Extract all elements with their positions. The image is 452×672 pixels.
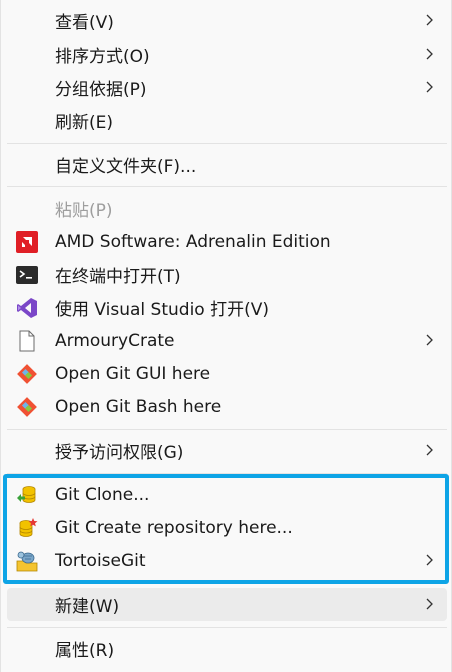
menu-separator [7,143,447,144]
menu-item-label: 自定义文件夹(F)... [55,157,197,177]
menu-separator [7,186,447,187]
menu-item-amd-software[interactable]: AMD Software: Adrenalin Edition [7,225,447,258]
file-icon [19,330,35,352]
menu-item-paste: 粘贴(P) [7,192,447,225]
menu-item-label: Git Clone... [55,484,150,505]
menu-item-refresh[interactable]: 刷新(E) [7,104,447,137]
chevron-right-icon [426,334,433,346]
menu-item-customize-folder[interactable]: 自定义文件夹(F)... [7,148,447,181]
menu-item-label: ArmouryCrate [55,330,175,351]
menu-item-view[interactable]: 查看(V) [7,4,447,37]
menu-item-label: Open Git GUI here [55,363,211,384]
menu-item-grant-access[interactable]: 授予访问权限(G) [7,434,447,467]
tortoisegit-icon [16,551,38,572]
chevron-right-icon [426,14,433,26]
chevron-right-icon [426,554,433,566]
menu-item-label: 查看(V) [55,13,114,33]
visual-studio-icon [17,298,37,318]
menu-item-git-create-repo[interactable]: Git Create repository here... [7,511,447,544]
menu-item-label: 粘贴(P) [55,201,113,221]
menu-item-open-visual-studio[interactable]: 使用 Visual Studio 打开(V) [7,291,447,324]
chevron-right-icon [426,598,433,610]
menu-item-git-bash[interactable]: Open Git Bash here [7,390,447,423]
git-create-repo-icon [19,518,38,537]
menu-item-label: 属性(R) [55,641,115,661]
menu-item-label: AMD Software: Adrenalin Edition [55,231,331,252]
menu-item-open-terminal[interactable]: 在终端中打开(T) [7,258,447,291]
menu-separator [7,429,447,430]
menu-item-label: 排序方式(O) [55,47,150,67]
menu-item-label: Open Git Bash here [55,396,222,417]
menu-item-armoury-crate[interactable]: ArmouryCrate [7,324,447,357]
chevron-right-icon [426,48,433,60]
menu-item-sort-by[interactable]: 排序方式(O) [7,38,447,71]
git-icon [17,364,37,384]
amd-icon [16,231,38,253]
context-menu: 查看(V) 排序方式(O) 分组依据(P) 刷新(E) 自定义文件夹(F)...… [0,0,452,672]
menu-item-new[interactable]: 新建(W) [7,588,447,621]
menu-item-label: TortoiseGit [55,550,146,571]
chevron-right-icon [426,81,433,93]
menu-item-label: 分组依据(P) [55,80,147,100]
menu-separator [7,473,447,474]
menu-item-git-gui[interactable]: Open Git GUI here [7,357,447,390]
menu-item-group-by[interactable]: 分组依据(P) [7,71,447,104]
menu-item-label: 刷新(E) [55,113,114,133]
terminal-icon [16,266,38,284]
menu-item-label: 新建(W) [55,597,120,617]
menu-item-label: 授予访问权限(G) [55,443,184,463]
git-clone-icon [17,486,36,503]
menu-separator [7,627,447,628]
menu-item-tortoisegit[interactable]: TortoiseGit [7,544,447,577]
menu-item-properties[interactable]: 属性(R) [7,632,447,665]
git-icon [17,397,37,417]
menu-item-label: Git Create repository here... [55,517,293,538]
menu-item-label: 在终端中打开(T) [55,267,181,287]
menu-item-git-clone[interactable]: Git Clone... [7,478,447,511]
chevron-right-icon [426,444,433,456]
menu-item-label: 使用 Visual Studio 打开(V) [55,300,270,320]
